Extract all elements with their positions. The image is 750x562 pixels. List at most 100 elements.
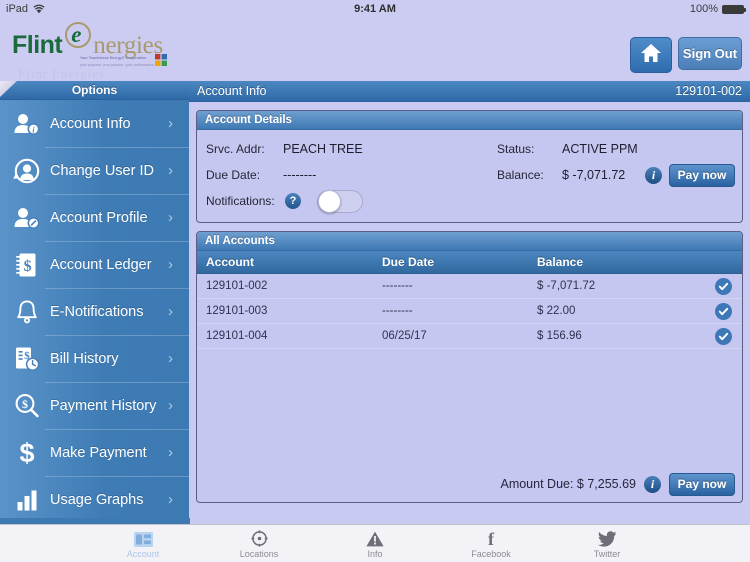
- tab-label: Facebook: [471, 548, 511, 559]
- chevron-right-icon: ›: [168, 350, 173, 367]
- sidebar-item-payment-history[interactable]: $ Payment History ›: [0, 382, 189, 429]
- service-address-label: Srvc. Addr:: [206, 142, 265, 156]
- chevron-right-icon: ›: [168, 256, 173, 273]
- logo-e-emblem: e: [65, 22, 92, 53]
- notifications-toggle[interactable]: [317, 189, 363, 213]
- details-pay-group: i Pay now: [645, 163, 735, 187]
- table-row[interactable]: 129101-004 06/25/17 $ 156.96: [197, 324, 742, 349]
- sidebar-item-account-ledger[interactable]: $ Account Ledger ›: [0, 241, 189, 288]
- tab-label: Account: [126, 548, 160, 559]
- chevron-right-icon: ›: [168, 209, 173, 226]
- status-bar: iPad 9:41 AM 100%: [0, 0, 750, 18]
- sidebar-menu: i Account Info › Change User ID › Accoun…: [0, 100, 189, 523]
- sidebar-item-change-user-id[interactable]: Change User ID ›: [0, 147, 189, 194]
- cell-balance: $ 156.96: [537, 330, 582, 342]
- sidebar-item-label: Account Ledger: [50, 256, 152, 273]
- notifications-label: Notifications:: [206, 194, 275, 208]
- table-row[interactable]: 129101-003 -------- $ 22.00: [197, 299, 742, 324]
- tab-account[interactable]: Account: [112, 529, 174, 559]
- sidebar-item-bill-history[interactable]: $ Bill History ›: [0, 335, 189, 382]
- question-mark-icon[interactable]: ?: [285, 193, 301, 209]
- amount-due-text: Amount Due: $ 7,255.69: [500, 477, 636, 491]
- info-icon[interactable]: i: [644, 475, 661, 493]
- cell-balance: $ 22.00: [537, 305, 576, 317]
- sidebar-item-usage-graphs[interactable]: Usage Graphs ›: [0, 476, 189, 523]
- cell-account: 129101-002: [206, 280, 268, 292]
- sidebar-item-label: Bill History: [50, 350, 119, 367]
- sidebar-item-label: Payment History: [50, 397, 157, 414]
- tab-label: Info: [367, 548, 383, 559]
- sidebar-item-make-payment[interactable]: $ Make Payment ›: [0, 429, 189, 476]
- chevron-right-icon: ›: [168, 491, 173, 508]
- tab-label: Twitter: [593, 548, 621, 559]
- bell-icon: [8, 299, 46, 325]
- tab-label: Locations: [239, 548, 279, 559]
- cell-account: 129101-003: [206, 305, 268, 317]
- column-header-account: Account: [206, 255, 254, 269]
- app-root: iPad 9:41 AM 100% Flint Energies Flint e…: [0, 0, 750, 562]
- logo-tagline-2: your purpose. your passion. your perform…: [80, 63, 155, 67]
- account-card-icon: [133, 529, 153, 547]
- sidebar-item-account-profile[interactable]: Account Profile ›: [0, 194, 189, 241]
- dollar-sign-icon: $: [8, 439, 46, 467]
- sidebar-item-label: E-Notifications: [50, 303, 144, 320]
- info-icon[interactable]: i: [645, 166, 662, 184]
- chevron-right-icon: ›: [168, 162, 173, 179]
- ledger-dollar-icon: $: [8, 252, 46, 278]
- logo-tagline-1: Your Touchstone Energy® Cooperative: [80, 56, 147, 60]
- check-circle-icon[interactable]: [715, 277, 732, 295]
- home-button[interactable]: [630, 37, 672, 73]
- sidebar-item-label: Change User ID: [50, 162, 154, 179]
- due-date-label: Due Date:: [206, 168, 261, 182]
- options-header-label: Options: [71, 83, 118, 97]
- status-label: Status:: [497, 142, 535, 156]
- sidebar-item-e-notifications[interactable]: E-Notifications ›: [0, 288, 189, 335]
- chevron-right-icon: ›: [168, 303, 173, 320]
- accounts-table-body: 129101-002 -------- $ -7,071.72 129101-0…: [197, 274, 742, 466]
- person-edit-icon: [8, 206, 46, 230]
- cell-due-date: 06/25/17: [382, 330, 427, 342]
- tab-facebook[interactable]: f Facebook: [460, 529, 522, 559]
- main-content: Account Info 129101-002 Account Details …: [189, 81, 750, 524]
- all-accounts-title: All Accounts: [197, 232, 742, 251]
- balance-value: $ -7,071.72: [562, 168, 626, 182]
- chevron-right-icon: ›: [168, 444, 173, 461]
- flint-energies-logo: Flint Energies Flint e nergies Your Touc…: [12, 22, 192, 81]
- sidebar-item-account-info[interactable]: i Account Info ›: [0, 100, 189, 147]
- tab-info[interactable]: Info: [344, 529, 406, 559]
- svg-text:$: $: [19, 439, 34, 467]
- bar-chart-icon: [8, 488, 46, 512]
- check-circle-icon[interactable]: [715, 302, 732, 320]
- logo-ghost-text: Flint Energies: [18, 66, 106, 81]
- tab-locations[interactable]: Locations: [228, 529, 290, 559]
- touchstone-pinwheel-icon: [155, 54, 168, 67]
- twitter-bird-icon: [597, 529, 617, 547]
- person-info-icon: i: [8, 112, 46, 136]
- page-curl-decoration: [0, 81, 17, 97]
- balance-label: Balance:: [497, 168, 544, 182]
- page-title: Account Info: [197, 84, 267, 98]
- account-details-title: Account Details: [197, 111, 742, 130]
- sidebar-item-label: Usage Graphs: [50, 491, 144, 508]
- svg-text:$: $: [24, 258, 32, 275]
- column-header-balance: Balance: [537, 255, 584, 269]
- battery-percent: 100%: [689, 3, 718, 15]
- table-row[interactable]: 129101-002 -------- $ -7,071.72: [197, 274, 742, 299]
- sidebar-item-label: Account Info: [50, 115, 131, 132]
- tab-twitter[interactable]: Twitter: [576, 529, 638, 559]
- options-sidebar: Options i Account Info › Change User ID …: [0, 81, 189, 524]
- pay-now-button[interactable]: Pay now: [669, 472, 735, 496]
- warning-icon: [366, 529, 384, 547]
- cell-balance: $ -7,071.72: [537, 280, 596, 292]
- sidebar-item-label: Account Profile: [50, 209, 148, 226]
- account-details-body: Srvc. Addr: PEACH TREE Status: ACTIVE PP…: [197, 130, 742, 222]
- sign-out-button[interactable]: Sign Out: [678, 37, 742, 70]
- sidebar-item-label: Make Payment: [50, 444, 147, 461]
- dollar-search-icon: $: [8, 393, 46, 419]
- svg-text:$: $: [22, 397, 28, 411]
- cell-account: 129101-004: [206, 330, 268, 342]
- column-header-due-date: Due Date: [382, 255, 435, 269]
- options-header: Options: [0, 81, 189, 100]
- pay-now-button[interactable]: Pay now: [669, 163, 735, 187]
- check-circle-icon[interactable]: [715, 327, 732, 345]
